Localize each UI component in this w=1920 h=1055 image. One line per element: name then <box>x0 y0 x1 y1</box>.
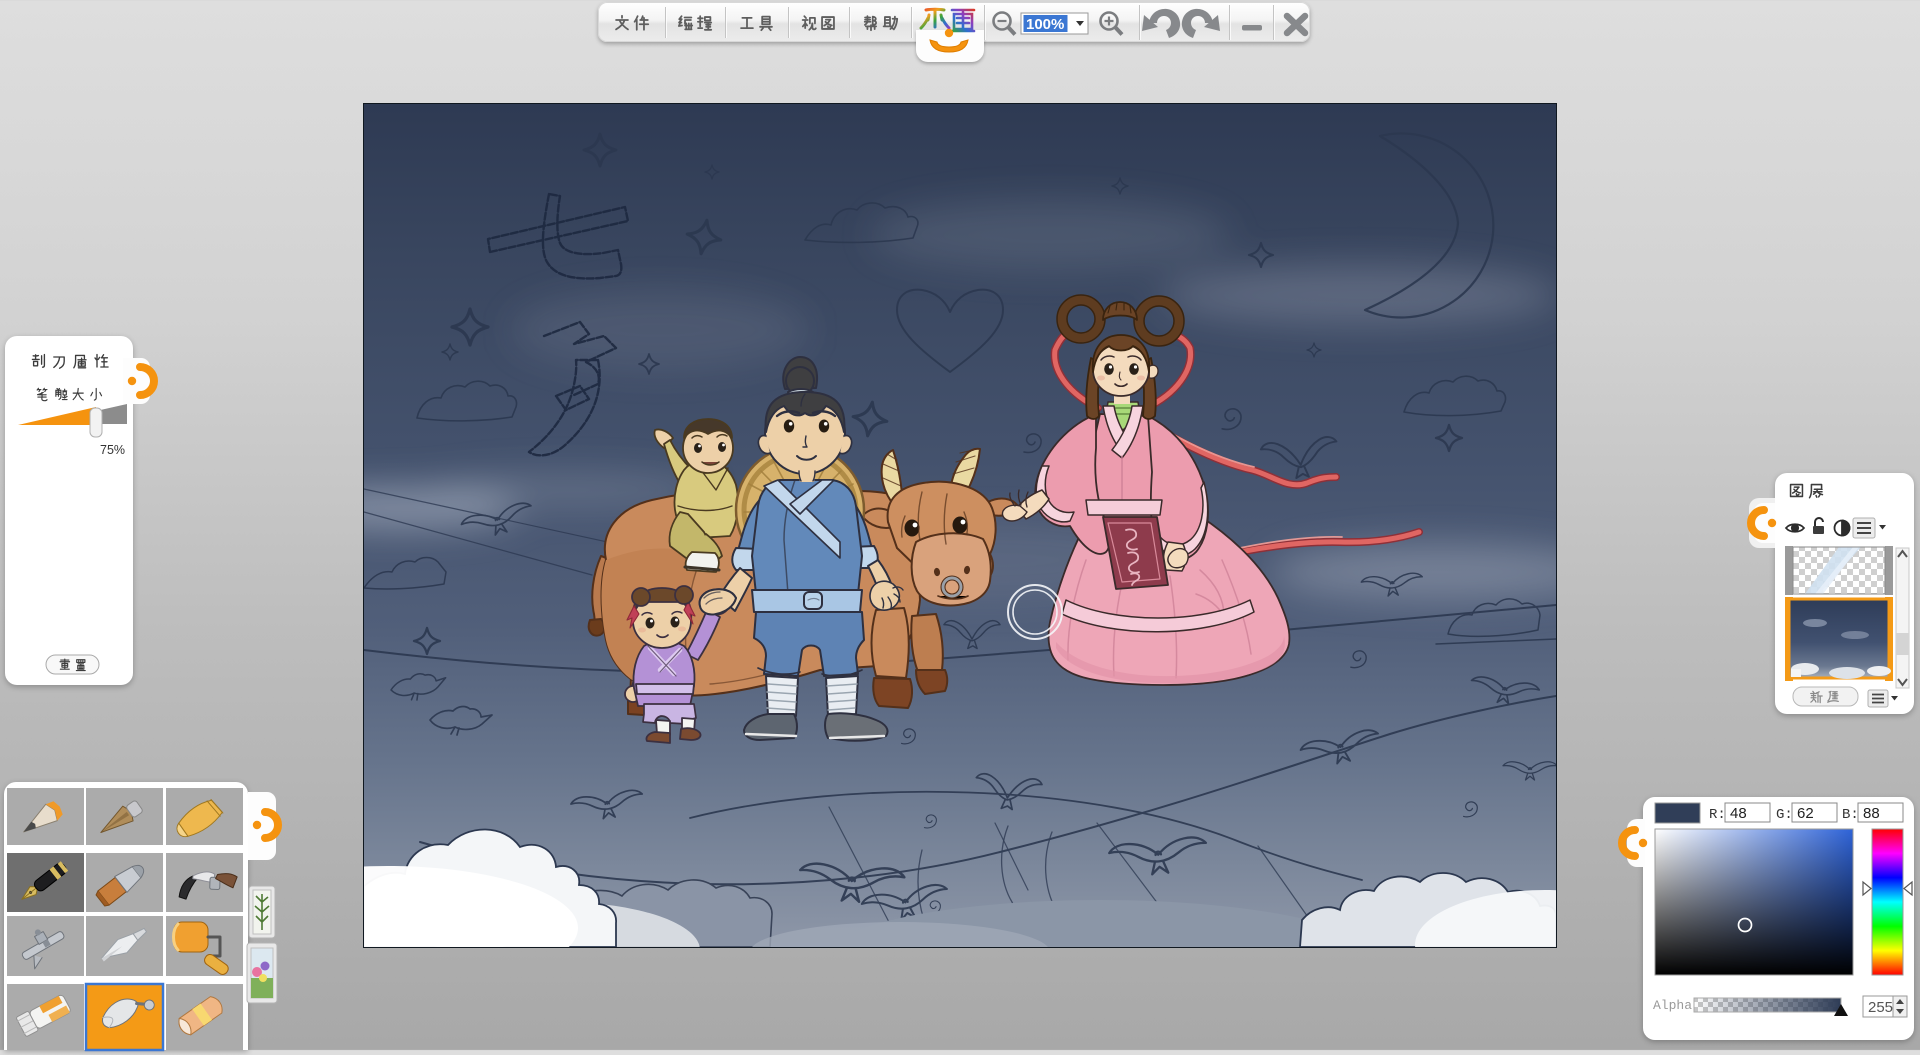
svg-text:100%: 100% <box>1026 16 1064 33</box>
svg-text:B:: B: <box>1842 807 1859 823</box>
svg-text:75%: 75% <box>100 443 125 457</box>
svg-text:R:: R: <box>1709 807 1726 823</box>
svg-text:255: 255 <box>1868 999 1893 1016</box>
svg-text:Alpha: Alpha <box>1653 998 1692 1013</box>
svg-text:88: 88 <box>1863 805 1880 822</box>
svg-text:48: 48 <box>1730 805 1747 822</box>
svg-text:62: 62 <box>1797 805 1814 822</box>
svg-text:G:: G: <box>1776 807 1793 823</box>
